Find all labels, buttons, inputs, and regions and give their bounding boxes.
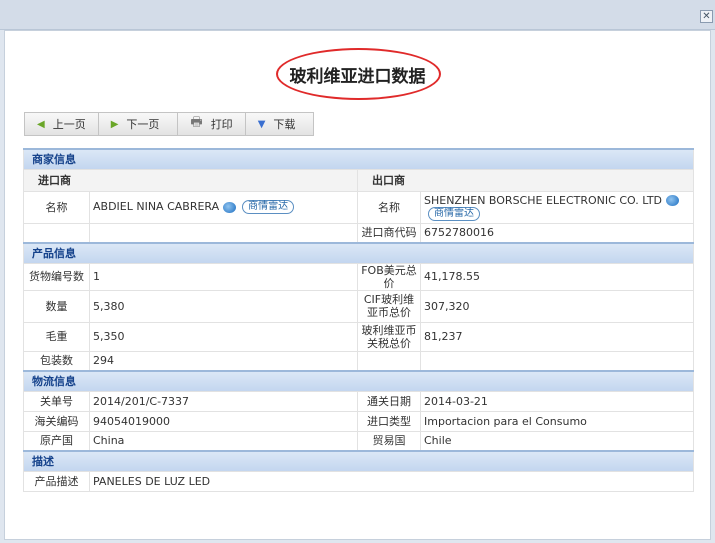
field-value: 5,350 [89,321,358,352]
field-value: 294 [89,350,358,372]
field-value: 2014/201/C-7337 [89,390,358,412]
next-label: 下一页 [126,118,160,131]
field-value: 307,320 [420,289,694,323]
download-label: 下载 [273,118,296,131]
empty-cell [23,222,90,244]
code-label: 进口商代码 [357,222,421,244]
prev-page-button[interactable]: ◀ 上一页 [25,113,99,135]
importer-name-label: 名称 [23,190,90,224]
importer-header: 进口商 [23,168,358,192]
importer-name-cell: ABDIEL NINA CABRERA 商情雷达 [89,190,358,224]
detail-table: 商家信息 进口商 出口商 名称 ABDIEL NINA CABRERA 商情雷达 名… [23,148,694,492]
globe-icon[interactable] [223,201,237,213]
field-label: CIF玻利维亚币总价 [357,289,421,323]
field-label: 通关日期 [357,390,421,412]
field-value: 41,178.55 [420,262,694,291]
section-description: 描述 [23,450,694,472]
field-value [420,350,694,372]
importer-name: ABDIEL NINA CABRERA [93,200,220,213]
globe-icon[interactable] [666,195,680,206]
field-label: 原产国 [23,430,90,452]
printer-icon: 🖶 [190,115,203,130]
field-label: 玻利维亚币关税总价 [357,321,421,352]
field-value: 94054019000 [89,410,358,432]
field-label [357,350,421,372]
field-value: 2014-03-21 [420,390,694,412]
exporter-header: 出口商 [357,168,694,192]
empty-cell [89,222,358,244]
code-value: 6752780016 [420,222,694,244]
section-logistics: 物流信息 [23,370,694,392]
prev-label: 上一页 [52,118,86,131]
toolbar: ◀ 上一页 ▶ 下一页 🖶 打印 ▼ 下载 [24,112,315,136]
exporter-radar-button[interactable]: 商情雷达 [428,206,480,221]
arrow-down-icon: ▼ [257,118,266,130]
next-page-button[interactable]: ▶ 下一页 [99,113,179,135]
print-button[interactable]: 🖶 打印 [178,113,246,135]
arrow-right-icon: ▶ [110,118,119,130]
section-merchant: 商家信息 [23,148,694,170]
field-value: 5,380 [89,289,358,323]
field-label: 进口类型 [357,410,421,432]
exporter-name: SHENZHEN BORSCHE ELECTRONIC CO. LTD [424,193,663,207]
field-label: 海关编码 [23,410,90,432]
field-value: Importacion para el Consumo [420,410,694,432]
download-button[interactable]: ▼ 下载 [246,113,314,135]
field-label: FOB美元总价 [357,262,421,291]
description-label: 产品描述 [23,470,90,492]
arrow-left-icon: ◀ [37,118,45,130]
field-label: 关单号 [23,390,90,412]
importer-radar-button[interactable]: 商情雷达 [242,200,295,214]
field-value: 1 [89,262,358,291]
field-label: 包装数 [23,350,90,372]
field-value: China [89,430,358,452]
page-title: 玻利维亚进口数据 [289,67,426,87]
field-value: 81,237 [420,321,694,352]
field-label: 货物编号数 [23,262,90,291]
section-product: 产品信息 [23,242,694,264]
exporter-name-label: 名称 [357,190,421,224]
field-label: 数量 [23,289,90,323]
exporter-name-cell: SHENZHEN BORSCHE ELECTRONIC CO. LTD 商情雷达 [420,190,694,224]
print-label: 打印 [210,118,233,131]
field-value: Chile [420,430,694,452]
close-button[interactable]: ✕ [700,10,713,23]
field-label: 毛重 [23,321,90,352]
description-value: PANELES DE LUZ LED [89,470,694,492]
field-label: 贸易国 [357,430,421,452]
window-titlebar [0,0,715,30]
